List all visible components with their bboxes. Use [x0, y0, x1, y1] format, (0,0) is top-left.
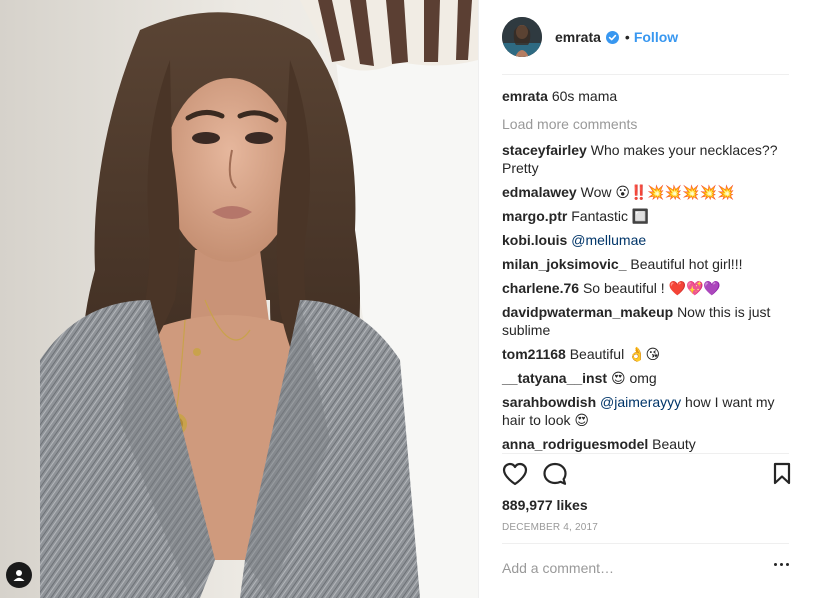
comment-username[interactable]: __tatyana__inst: [502, 370, 607, 386]
instagram-post: emrata • Follow emrata 60s mama Load mor…: [0, 0, 813, 598]
add-comment-divider: [502, 543, 789, 544]
comment-text: Beautiful 👌😘: [569, 346, 661, 362]
verified-badge-icon: [605, 30, 619, 44]
comments-list: emrata 60s mama Load more comments stace…: [502, 87, 792, 459]
post-date[interactable]: DECEMBER 4, 2017: [502, 522, 598, 533]
comment-mention[interactable]: @mellumae: [571, 232, 646, 248]
separator-dot: •: [624, 29, 630, 45]
comment-username[interactable]: margo.ptr: [502, 208, 567, 224]
comment-item: kobi.louis @mellumae: [502, 231, 792, 249]
follow-button[interactable]: Follow: [634, 29, 678, 45]
comment-text: So beautiful ! ❤️💖💜: [582, 280, 721, 296]
comment-username[interactable]: tom21168: [502, 346, 566, 362]
comment-item: margo.ptr Fantastic 🔲: [502, 207, 792, 225]
comment-bubble-icon: [543, 462, 567, 485]
comment-item: __tatyana__inst 😍 omg: [502, 369, 792, 387]
comment-username[interactable]: staceyfairley: [502, 142, 587, 158]
bookmark-icon: [773, 462, 791, 485]
post-caption: emrata 60s mama: [502, 87, 792, 105]
comment-username[interactable]: anna_rodriguesmodel: [502, 436, 648, 452]
actions-divider: [502, 453, 789, 454]
comment-item: sarahbowdish @jaimerayyy how I want my h…: [502, 393, 792, 429]
likes-count[interactable]: 889,977 likes: [502, 497, 588, 513]
avatar-image: [502, 17, 542, 57]
load-more-comments-button[interactable]: Load more comments: [502, 115, 792, 133]
post-actions: [502, 462, 792, 490]
comment-username[interactable]: sarahbowdish: [502, 394, 596, 410]
header-username[interactable]: emrata: [555, 29, 601, 45]
comment-item: charlene.76 So beautiful ! ❤️💖💜: [502, 279, 792, 297]
comment-item: anna_rodriguesmodel Beauty: [502, 435, 792, 453]
comment-text: Beautiful hot girl!!!: [630, 256, 743, 272]
avatar[interactable]: [502, 17, 542, 57]
comment-item: tom21168 Beautiful 👌😘: [502, 345, 792, 363]
portrait-photo: [0, 0, 478, 598]
comment-username[interactable]: edmalawey: [502, 184, 577, 200]
comment-username[interactable]: kobi.louis: [502, 232, 567, 248]
more-options-icon: [774, 563, 777, 566]
comment-text: 😍 omg: [610, 370, 657, 386]
tagged-user-icon: [13, 570, 25, 581]
more-options-icon: [786, 563, 789, 566]
comment-mention[interactable]: @jaimerayyy: [600, 394, 681, 410]
tagged-user-button[interactable]: [6, 562, 32, 588]
caption-username[interactable]: emrata: [502, 88, 548, 104]
comment-text: Wow 😮‼️💥💥💥💥💥: [580, 184, 735, 200]
comment-item: milan_joksimovic_ Beautiful hot girl!!!: [502, 255, 792, 273]
post-side-panel: emrata • Follow emrata 60s mama Load mor…: [478, 0, 813, 598]
more-options-icon: [780, 563, 783, 566]
comment-item: staceyfairley Who makes your necklaces??…: [502, 141, 792, 177]
comment-username[interactable]: milan_joksimovic_: [502, 256, 627, 272]
comment-item: edmalawey Wow 😮‼️💥💥💥💥💥: [502, 183, 792, 201]
comment-button[interactable]: [542, 462, 568, 491]
caption-text: 60s mama: [551, 88, 618, 104]
like-button[interactable]: [502, 462, 528, 491]
post-header: emrata • Follow: [479, 0, 813, 74]
comment-text: Beauty: [652, 436, 696, 452]
comment-username[interactable]: charlene.76: [502, 280, 579, 296]
post-photo[interactable]: [0, 0, 478, 598]
comment-username[interactable]: davidpwaterman_makeup: [502, 304, 673, 320]
header-divider: [502, 74, 789, 75]
comment-text: Fantastic 🔲: [571, 208, 650, 224]
save-button[interactable]: [772, 462, 792, 491]
heart-icon: [502, 462, 528, 486]
add-comment-input[interactable]: [502, 560, 752, 576]
comment-item: davidpwaterman_makeup Now this is just s…: [502, 303, 792, 339]
more-options-button[interactable]: [774, 563, 789, 566]
